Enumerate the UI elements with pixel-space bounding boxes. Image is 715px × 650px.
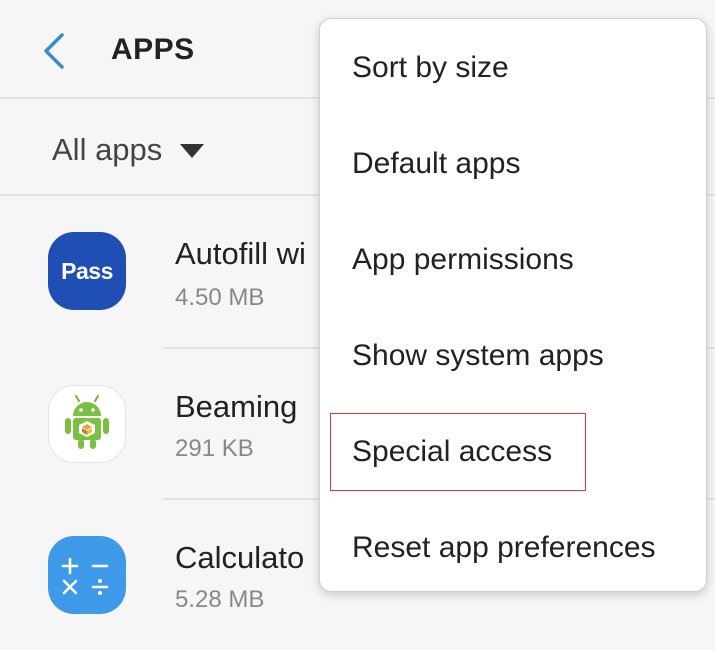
app-name: Autofill wi <box>175 236 306 271</box>
filter-label: All apps <box>52 132 163 167</box>
app-size: 4.50 MB <box>175 284 265 311</box>
menu-item-reset-app-preferences[interactable]: Reset app preferences <box>320 501 706 597</box>
app-size: 291 KB <box>175 435 254 462</box>
page-title: APPS <box>111 33 195 66</box>
overflow-menu: Sort by size Default apps App permission… <box>319 18 707 592</box>
highlight-box <box>330 413 586 491</box>
app-filter-dropdown[interactable]: All apps <box>52 128 205 172</box>
android-app-icon <box>48 385 126 463</box>
pass-icon-text: Pass <box>61 257 113 284</box>
calculator-symbols-icon <box>61 557 109 595</box>
menu-item-label: Reset app preferences <box>352 531 656 564</box>
menu-item-sort-by-size[interactable]: Sort by size <box>320 21 706 117</box>
back-arrow-icon <box>44 33 64 69</box>
android-robot-icon <box>65 395 109 449</box>
app-name: Calculato <box>175 540 305 575</box>
menu-item-label: Default apps <box>352 147 521 180</box>
dropdown-arrow-icon <box>180 144 205 158</box>
menu-item-label: App permissions <box>352 243 574 276</box>
menu-item-app-permissions[interactable]: App permissions <box>320 213 706 309</box>
menu-item-default-apps[interactable]: Default apps <box>320 117 706 213</box>
menu-item-label: Show system apps <box>352 339 604 372</box>
menu-item-show-system-apps[interactable]: Show system apps <box>320 309 706 405</box>
back-button[interactable] <box>38 30 72 72</box>
menu-item-label: Sort by size <box>352 51 509 84</box>
pass-app-icon: Pass <box>48 232 126 310</box>
app-size: 5.28 MB <box>175 586 265 613</box>
calculator-app-icon <box>48 536 126 614</box>
app-name: Beaming <box>175 389 298 424</box>
